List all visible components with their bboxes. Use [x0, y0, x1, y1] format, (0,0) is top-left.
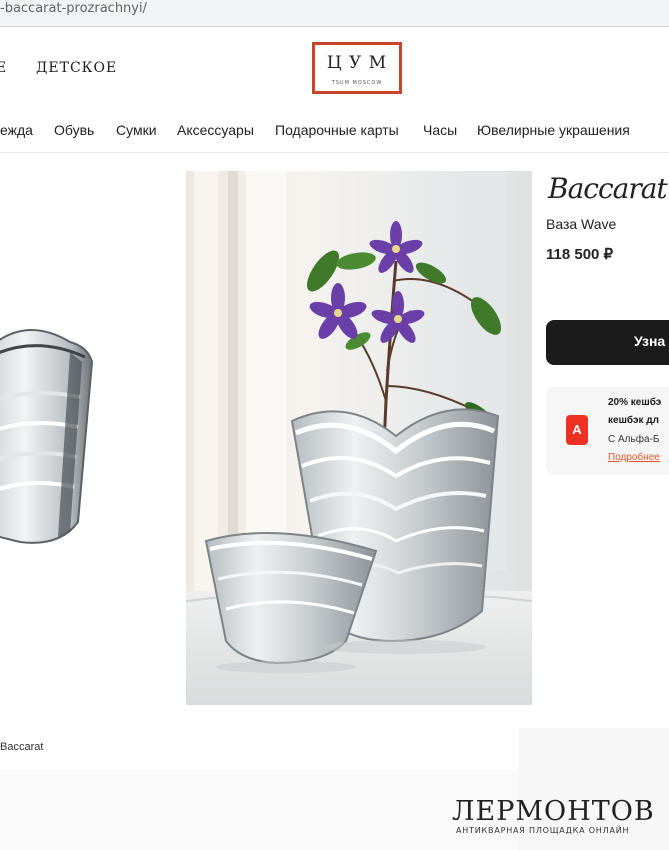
category-jewelry[interactable]: Ювелирные украшения [477, 122, 630, 138]
product-main-photo[interactable] [186, 171, 532, 705]
availability-button-label: Узна [634, 333, 666, 349]
promo-line-1: 20% кешбэ [608, 397, 662, 408]
logo-letters: Ц У М [326, 53, 388, 73]
product-thumbnail[interactable] [0, 172, 168, 732]
gender-nav-item-kids[interactable]: ДЕТСКОЕ [36, 60, 117, 76]
vase-with-flowers-image [186, 171, 532, 705]
promo-details-link[interactable]: Подробнее [608, 452, 660, 463]
watermark-title: ЛЕРМОНТОВ [452, 796, 655, 827]
thumbnail-caption: Baccarat [0, 741, 44, 753]
alfa-cashback-promo[interactable]: А 20% кешбэ кешбэк дл С Альфа-Б Подробне… [546, 387, 669, 475]
category-gift-cards[interactable]: Подарочные карты [275, 122, 399, 138]
category-nav: ежда Обувь Сумки Аксессуары Подарочные к… [0, 112, 669, 153]
watermark-subtitle: АНТИКВАРНАЯ ПЛОЩАДКА ОНЛАЙН [456, 826, 630, 835]
gender-nav-item-women[interactable]: Е [0, 60, 7, 76]
product-name: Ваза Wave [546, 216, 617, 232]
category-accessories[interactable]: Аксессуары [177, 122, 254, 138]
promo-line-2: кешбэк дл [608, 415, 659, 426]
product-price: 118 500 ₽ [546, 246, 614, 263]
logo-subtitle: TSUM MOSCOW [331, 80, 383, 86]
category-shoes[interactable]: Обувь [54, 122, 94, 138]
category-watches[interactable]: Часы [423, 122, 457, 138]
category-clothes[interactable]: ежда [0, 122, 33, 138]
availability-button[interactable]: Узна [546, 320, 669, 365]
alfa-bank-icon: А [566, 415, 588, 445]
url-text: -baccarat-prozrachnyi/ [0, 1, 147, 16]
vase-thumbnail-image [0, 329, 94, 544]
category-bags[interactable]: Сумки [116, 122, 157, 138]
promo-line-3: С Альфа-Б [608, 434, 660, 445]
tsum-logo[interactable]: Ц У М TSUM MOSCOW [312, 42, 402, 94]
browser-address-bar[interactable]: -baccarat-prozrachnyi/ [0, 0, 669, 27]
brand-logo[interactable]: Baccarat [548, 172, 668, 205]
